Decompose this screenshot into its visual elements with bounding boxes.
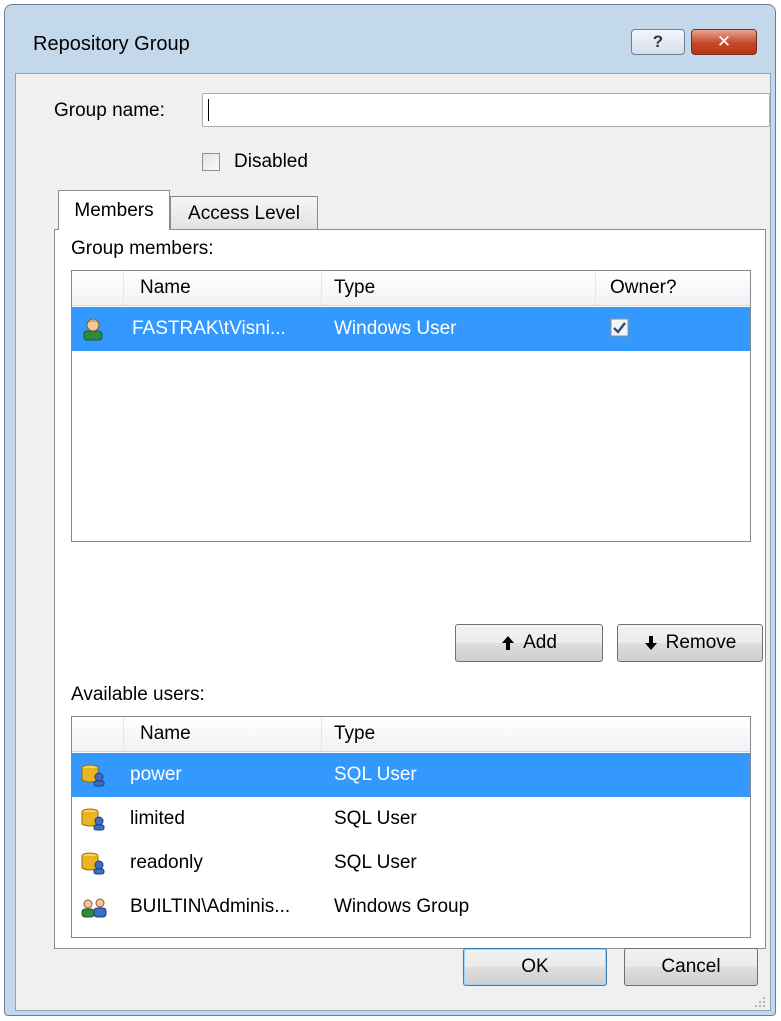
help-button[interactable]: ? (631, 29, 685, 55)
ok-button[interactable]: OK (463, 948, 607, 986)
cancel-button[interactable]: Cancel (624, 948, 758, 986)
cancel-label: Cancel (661, 956, 721, 977)
resize-grip[interactable] (754, 996, 766, 1008)
tab-members-label: Members (74, 199, 154, 221)
text-caret (208, 99, 209, 121)
group-name-input[interactable] (203, 94, 769, 126)
list-item-member[interactable]: FASTRAK\tVisni... Windows User (72, 307, 750, 351)
group-members-list[interactable]: Name Type Owner? FASTRAK\tVisni... Windo… (71, 270, 751, 542)
window-title: Repository Group (33, 33, 190, 55)
sql-user-icon (80, 851, 106, 875)
owner-checkbox[interactable] (610, 318, 630, 338)
list-item-user[interactable]: limited SQL User (72, 797, 750, 841)
tab-access-level[interactable]: Access Level (170, 196, 318, 230)
arrow-down-icon (644, 635, 658, 651)
help-icon: ? (652, 32, 664, 51)
column-header-name[interactable]: Name (124, 271, 322, 305)
close-icon: ✕ (716, 32, 732, 51)
user-name: BUILTIN\Adminis... (130, 896, 291, 917)
list-item-user[interactable]: power SQL User (72, 753, 750, 797)
list-item-user[interactable]: BUILTIN\Adminis... Windows Group (72, 885, 750, 929)
user-type: Windows Group (334, 896, 470, 917)
arrow-up-icon (501, 635, 515, 651)
member-type: Windows User (334, 318, 457, 339)
repository-group-dialog: Repository Group ? ✕ Group name: Disable… (4, 4, 776, 1016)
windows-group-icon (80, 897, 108, 919)
header-spacer (72, 717, 124, 751)
user-type: SQL User (334, 808, 417, 829)
windows-user-icon (82, 317, 104, 341)
group-name-field[interactable] (202, 93, 770, 127)
available-users-header: Name Type (72, 717, 750, 752)
group-members-label: Group members: (71, 238, 214, 259)
add-label: Add (523, 632, 557, 653)
disabled-label[interactable]: Disabled (234, 151, 308, 173)
sql-user-icon (80, 763, 106, 787)
user-type: SQL User (334, 852, 417, 873)
tab-access-level-label: Access Level (188, 202, 300, 224)
header-spacer (72, 271, 124, 305)
disabled-checkbox[interactable] (202, 153, 220, 171)
user-name: power (130, 764, 182, 785)
add-button[interactable]: Add (455, 624, 603, 662)
ok-label: OK (521, 956, 549, 977)
remove-button[interactable]: Remove (617, 624, 763, 662)
group-members-header: Name Type Owner? (72, 271, 750, 306)
available-users-label: Available users: (71, 684, 205, 705)
dialog-body: Group name: Disabled Access Level Member… (15, 73, 771, 1011)
list-item-user[interactable]: readonly SQL User (72, 841, 750, 885)
column-header-owner[interactable]: Owner? (596, 271, 750, 305)
column-header-name[interactable]: Name (124, 717, 322, 751)
sql-user-icon (80, 807, 106, 831)
user-name: readonly (130, 852, 203, 873)
user-name: limited (130, 808, 185, 829)
column-header-type[interactable]: Type (322, 271, 596, 305)
available-users-list[interactable]: Name Type power SQL User limited SQL Use… (71, 716, 751, 938)
members-tab-panel: Group members: Name Type Owner? FASTRAK\… (54, 229, 766, 949)
remove-label: Remove (665, 632, 737, 653)
user-type: SQL User (334, 764, 417, 785)
close-button[interactable]: ✕ (691, 29, 757, 55)
tab-members[interactable]: Members (58, 190, 170, 230)
group-name-label: Group name: (54, 100, 165, 121)
member-name: FASTRAK\tVisni... (132, 318, 286, 339)
column-header-type[interactable]: Type (322, 717, 750, 751)
